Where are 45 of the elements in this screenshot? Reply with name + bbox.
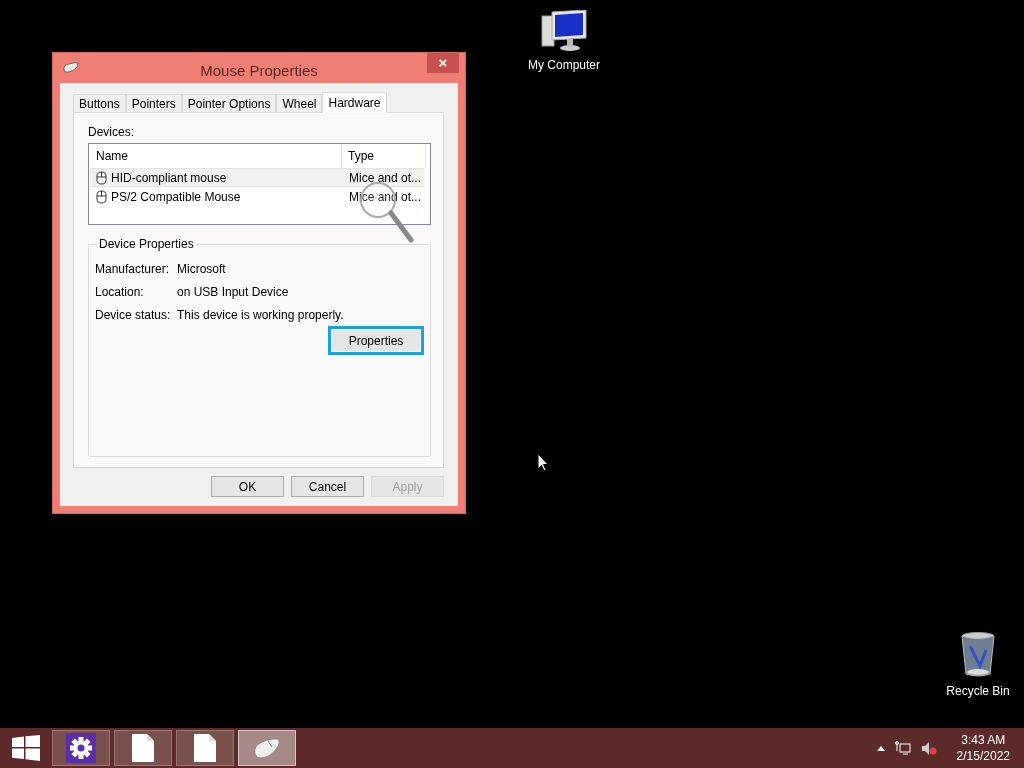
dialog-button[interactable]: OK	[211, 476, 284, 497]
device-type: Mice and ot...	[349, 170, 422, 185]
taskbar-button[interactable]	[114, 730, 172, 766]
field-value: on USB Input Device	[177, 284, 290, 299]
document-icon	[132, 734, 154, 762]
field-label: Manufacturer:	[95, 261, 171, 276]
taskbar-button[interactable]	[52, 730, 110, 766]
window-title: Mouse Properties	[199, 60, 319, 79]
windows-logo-icon	[12, 735, 40, 761]
mouse-icon	[96, 170, 107, 185]
device-type: Mice and ot...	[349, 189, 422, 204]
field-value: This device is working properly.	[177, 307, 345, 322]
muted-speaker-icon[interactable]	[920, 740, 937, 756]
close-button[interactable]: ×	[427, 53, 459, 73]
show-hidden-icons-icon[interactable]	[876, 745, 885, 751]
device-name: HID-compliant mouse	[111, 170, 227, 185]
desktop-icon-label[interactable]: My Computer	[528, 58, 600, 72]
group-title: Device Properties	[98, 237, 195, 251]
desktop-icon-label[interactable]: Recycle Bin	[946, 684, 1010, 698]
device-row[interactable]: PS/2 Compatible Mouse Mice and ot...	[90, 187, 424, 206]
mouse-icon	[252, 736, 282, 760]
taskbar-button[interactable]	[176, 730, 234, 766]
gear-icon	[66, 733, 96, 763]
device-row[interactable]: HID-compliant mouse Mice and ot...	[90, 168, 424, 187]
tab[interactable]: Pointer Options	[181, 94, 277, 112]
computer-icon	[540, 10, 588, 52]
document-icon	[194, 734, 216, 762]
tab[interactable]: Wheel	[276, 94, 323, 112]
device-name: PS/2 Compatible Mouse	[111, 189, 241, 204]
clock-date[interactable]: 2/15/2022	[956, 748, 1010, 764]
field-label: Device status:	[95, 307, 172, 322]
tab[interactable]: Buttons	[73, 94, 126, 112]
properties-button[interactable]: Properties	[328, 326, 424, 355]
network-icon[interactable]	[894, 740, 911, 756]
clock-time[interactable]: 3:43 AM	[961, 732, 1006, 748]
dialog-button[interactable]: Cancel	[291, 476, 364, 497]
field-label: Location:	[95, 284, 145, 299]
mouse-icon	[63, 61, 79, 73]
field-value: Microsoft	[177, 261, 227, 276]
devices-label: Devices:	[88, 125, 135, 139]
pointer-icon	[537, 453, 549, 472]
tab[interactable]: Pointers	[125, 94, 182, 112]
recycle-bin-icon	[960, 632, 996, 678]
mouse-icon	[96, 189, 107, 204]
tab[interactable]: Hardware	[322, 92, 387, 113]
